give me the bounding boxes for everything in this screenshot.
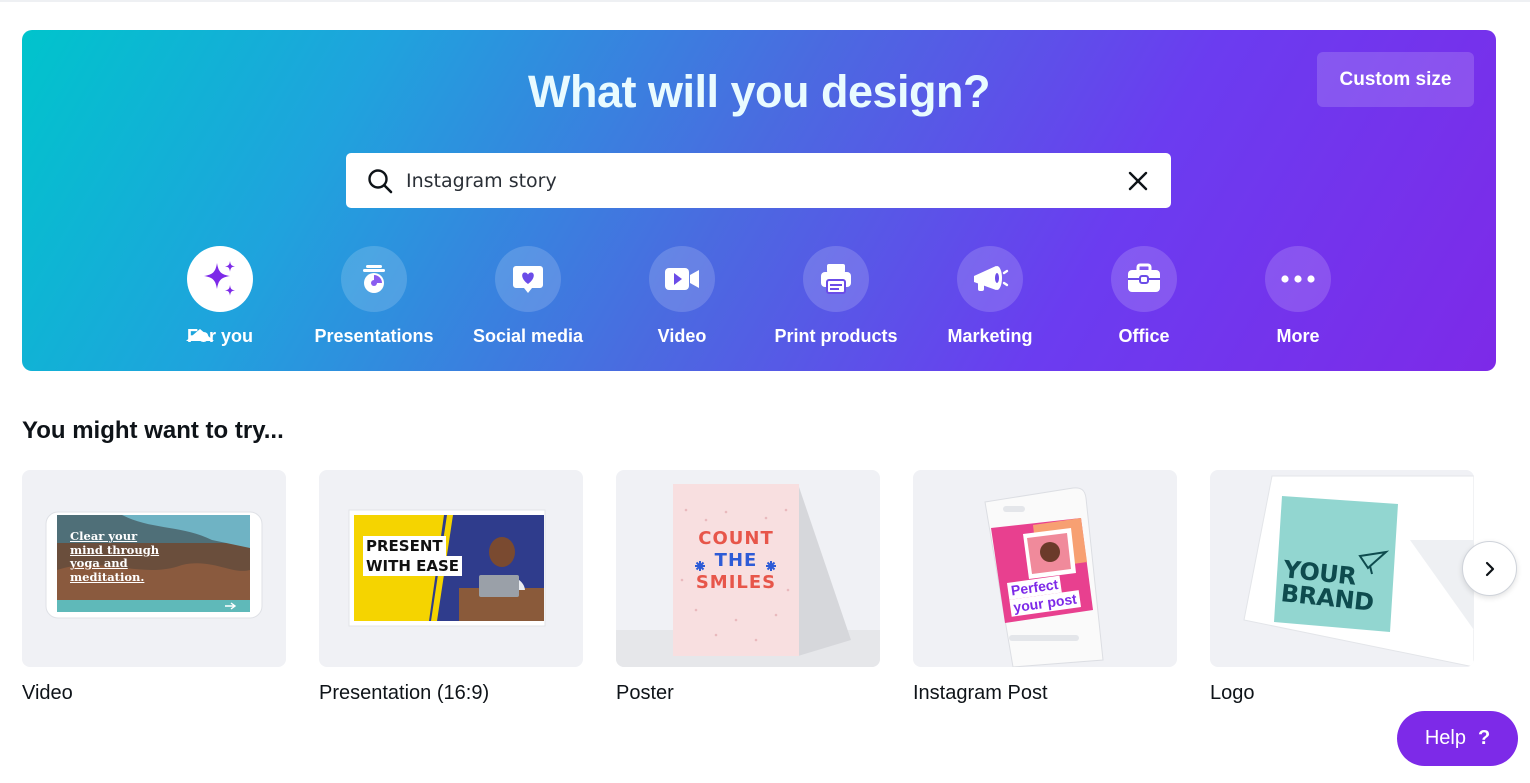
heart-chat-icon — [513, 266, 543, 293]
category-label: For you — [187, 326, 253, 346]
megaphone-icon — [974, 266, 1009, 291]
category-label: Print products — [774, 326, 898, 346]
card-label: Instagram Post — [913, 682, 1048, 704]
category-presentations[interactable]: Presentations — [304, 246, 444, 356]
design-card-video[interactable]: Clear your mind through yoga and meditat… — [22, 470, 286, 705]
design-card-presentation[interactable]: PRESENT WITH EASE Presentation (16:9) — [319, 470, 583, 705]
category-label: Presentations — [314, 326, 434, 346]
active-category-indicator — [186, 329, 214, 341]
category-video[interactable]: Video — [612, 246, 752, 356]
category-label: Marketing — [947, 326, 1033, 346]
category-label: Video — [657, 326, 707, 346]
help-label: Help — [1424, 727, 1466, 749]
category-marketing[interactable]: Marketing — [920, 246, 1060, 356]
search-icon — [368, 169, 393, 194]
video-thumbnail: Clear your mind through yoga and meditat… — [22, 470, 286, 667]
carousel-next-button[interactable] — [1462, 541, 1517, 596]
category-label: Office — [1118, 326, 1170, 346]
category-bar: For you Presentations Social media Video… — [22, 246, 1496, 356]
close-icon[interactable] — [1125, 168, 1151, 194]
instagram-post-thumbnail: Perfect your post — [913, 470, 1177, 667]
category-print-products[interactable]: Print products — [766, 246, 906, 356]
card-label: Poster — [616, 682, 674, 704]
help-button[interactable]: Help ? — [1397, 711, 1518, 766]
design-card-instagram-post[interactable]: Perfect your post Instagram Post — [913, 470, 1177, 705]
search-input[interactable] — [406, 163, 1106, 199]
design-card-poster[interactable]: COUNT THE SMILES Poster — [616, 470, 880, 705]
top-border — [0, 0, 1530, 2]
printer-icon — [821, 264, 851, 294]
category-label: Social media — [472, 326, 584, 346]
logo-thumbnail: YOUR BRAND — [1210, 470, 1474, 667]
card-label: Logo — [1210, 682, 1255, 704]
category-label: More — [1276, 326, 1320, 346]
sparkle-icon — [204, 261, 235, 296]
search-bar — [346, 153, 1171, 208]
chevron-right-icon — [1485, 561, 1494, 576]
category-more[interactable]: More — [1228, 246, 1368, 356]
custom-size-button[interactable]: Custom size — [1317, 52, 1474, 107]
hero-title: What will you design? — [528, 66, 991, 117]
presentation-icon — [363, 265, 385, 293]
category-social-media[interactable]: Social media — [458, 246, 598, 356]
poster-thumbnail: COUNT THE SMILES — [616, 470, 880, 667]
section-title: You might want to try... — [22, 417, 284, 444]
video-camera-icon — [665, 268, 699, 290]
more-dots-icon — [1281, 275, 1315, 283]
category-office[interactable]: Office — [1074, 246, 1214, 356]
hero-banner: What will you design? Custom size For yo… — [22, 30, 1496, 371]
card-label: Presentation (16:9) — [319, 682, 490, 704]
category-for-you[interactable]: For you — [150, 246, 290, 356]
briefcase-icon — [1128, 263, 1160, 292]
card-label: Video — [22, 682, 73, 704]
presentation-thumbnail: PRESENT WITH EASE — [319, 470, 583, 667]
question-icon: ? — [1477, 727, 1491, 749]
design-card-logo[interactable]: YOUR BRAND Logo — [1210, 470, 1474, 705]
